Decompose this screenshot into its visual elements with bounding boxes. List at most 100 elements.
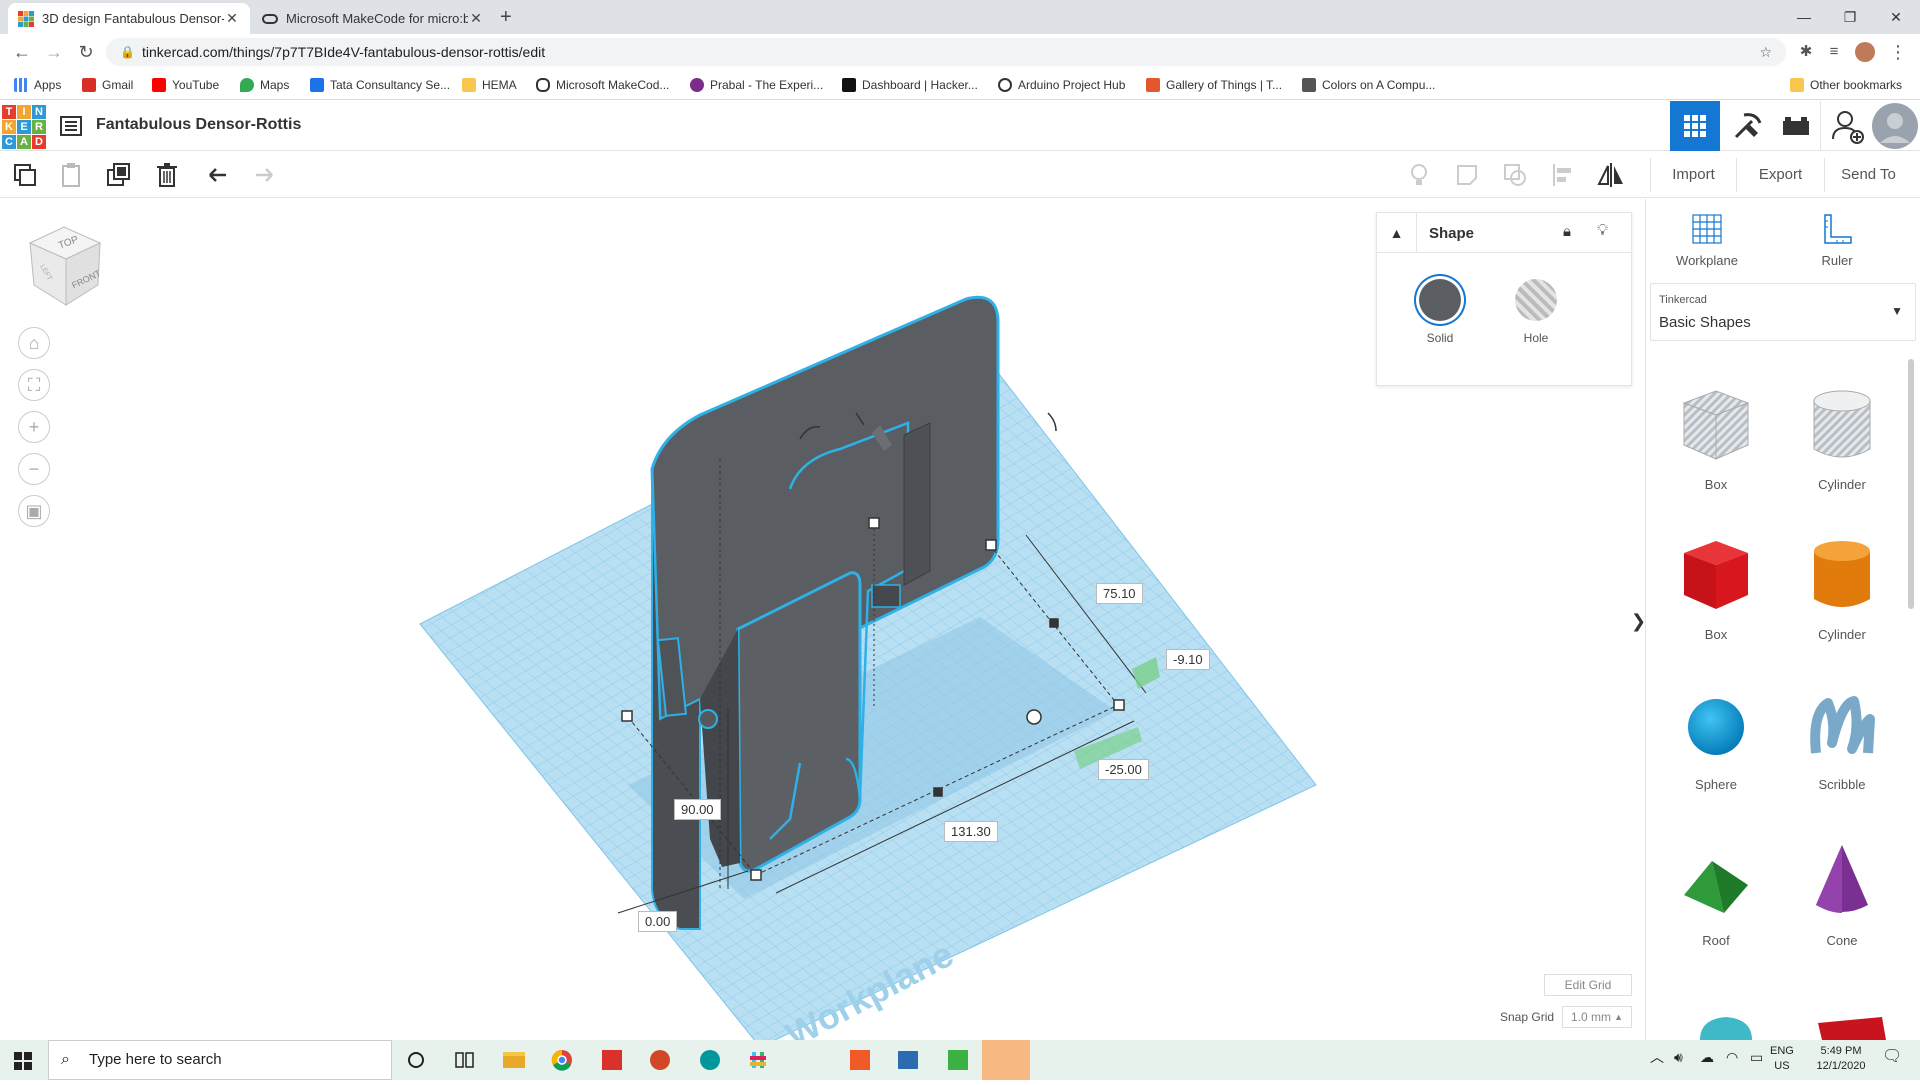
extensions-icon[interactable]: ✱ — [1794, 40, 1818, 64]
panel-collapse-toggle[interactable]: ❯ — [1631, 596, 1646, 646]
shape-cylinder[interactable]: Cylinder — [1792, 529, 1892, 642]
shape-box[interactable]: Box — [1666, 529, 1766, 642]
new-tab-icon[interactable]: + — [500, 6, 512, 29]
dimension-length[interactable]: 75.10 — [1096, 583, 1143, 604]
tinkercad-logo[interactable]: T I N K E R C A D — [2, 105, 46, 149]
panel-scrollbar[interactable] — [1908, 359, 1914, 609]
note-icon[interactable] — [1452, 160, 1482, 190]
scratch-icon[interactable] — [836, 1040, 884, 1080]
flipgrid-icon[interactable] — [588, 1040, 636, 1080]
windows-start-icon[interactable] — [14, 1052, 32, 1070]
active-app-icon[interactable] — [982, 1040, 1030, 1080]
view-cube[interactable]: TOP FRONT LEFT — [20, 219, 110, 309]
camtasia-icon[interactable] — [934, 1040, 982, 1080]
close-window-icon[interactable]: ✕ — [1876, 4, 1916, 30]
arduino-taskbar-icon[interactable] — [686, 1040, 734, 1080]
dimension-height[interactable]: 90.00 — [674, 799, 721, 820]
send-to-button[interactable]: Send To — [1824, 158, 1912, 192]
bookmark-apps[interactable]: Apps — [14, 76, 61, 94]
url-bar[interactable]: 🔒 tinkercad.com/things/7p7T7BIde4V-fanta… — [106, 38, 1786, 66]
file-explorer-icon[interactable] — [490, 1040, 538, 1080]
profile-avatar[interactable] — [1855, 42, 1875, 62]
menu-icon[interactable]: ⋮ — [1886, 40, 1910, 64]
battery-icon[interactable]: ▭ — [1750, 1050, 1763, 1065]
lock-icon[interactable]: 🔒︎ — [1563, 223, 1571, 240]
perspective-button[interactable]: ▣ — [18, 495, 50, 527]
chrome-icon[interactable] — [538, 1040, 586, 1080]
home-view-button[interactable]: ⌂ — [18, 327, 50, 359]
design-title[interactable]: Fantabulous Densor-Rottis — [96, 116, 301, 134]
light-bulb-icon[interactable] — [1404, 160, 1434, 190]
group-icon[interactable] — [1500, 160, 1530, 190]
zoom-in-button[interactable]: + — [18, 411, 50, 443]
bricks-button[interactable] — [1770, 101, 1820, 151]
volume-icon[interactable]: 🔊︎ — [1674, 1050, 1683, 1065]
forward-icon[interactable]: → — [42, 40, 66, 64]
bookmark-makecode[interactable]: Microsoft MakeCod... — [536, 76, 669, 94]
powerpoint-icon[interactable] — [636, 1040, 684, 1080]
dimension-offset-y[interactable]: -9.10 — [1166, 649, 1210, 670]
bookmark-tcs[interactable]: Tata Consultancy Se... — [310, 76, 450, 94]
reload-icon[interactable]: ↻ — [74, 40, 98, 64]
minimize-icon[interactable]: — — [1784, 4, 1824, 30]
dimension-elevation[interactable]: 0.00 — [638, 911, 678, 932]
paste-icon[interactable] — [56, 160, 86, 190]
close-tab-icon[interactable]: ✕ — [224, 10, 240, 27]
snap-grid-select[interactable]: 1.0 mm ▲ — [1562, 1006, 1632, 1028]
dimension-offset-x[interactable]: -25.00 — [1098, 759, 1149, 780]
mirror-icon[interactable] — [1596, 160, 1626, 190]
ruler-button[interactable]: Ruler — [1792, 211, 1882, 268]
clock[interactable]: 5:49 PM 12/1/2020 — [1806, 1044, 1876, 1074]
media-icon[interactable]: ≡ — [1822, 40, 1846, 64]
undo-icon[interactable] — [202, 160, 232, 190]
zoom-out-button[interactable]: − — [18, 453, 50, 485]
duplicate-icon[interactable] — [104, 160, 134, 190]
shape-cylinder-hole[interactable]: Cylinder — [1792, 379, 1892, 492]
back-icon[interactable]: ← — [10, 40, 34, 64]
shape-box-hole[interactable]: Box — [1666, 379, 1766, 492]
invite-user-button[interactable] — [1820, 101, 1870, 151]
design-list-icon[interactable] — [60, 116, 82, 136]
collapse-inspector-icon[interactable]: ▲ — [1377, 213, 1417, 253]
bookmark-arduino[interactable]: Arduino Project Hub — [998, 76, 1125, 94]
copy-icon[interactable] — [10, 160, 40, 190]
delete-icon[interactable] — [152, 160, 182, 190]
shape-library-select[interactable]: Tinkercad Basic Shapes ▼ — [1650, 283, 1916, 341]
shape-roof[interactable]: Roof — [1666, 835, 1766, 948]
lift-handle[interactable] — [1026, 709, 1042, 725]
browser-tab-tinkercad[interactable]: 3D design Fantabulous Densor-R ✕ — [8, 3, 250, 34]
restore-icon[interactable]: ❐ — [1830, 4, 1870, 30]
bookmark-maps[interactable]: Maps — [240, 76, 289, 94]
bookmark-hema[interactable]: HEMA — [462, 76, 517, 94]
language-indicator[interactable]: ENG US — [1770, 1044, 1794, 1074]
bookmark-hackerrank[interactable]: Dashboard | Hacker... — [842, 76, 978, 94]
bookmark-prabal[interactable]: Prabal - The Experi... — [690, 76, 823, 94]
app-icon[interactable] — [884, 1040, 932, 1080]
edit-grid-button[interactable]: Edit Grid — [1544, 974, 1632, 996]
shape-cone[interactable]: Cone — [1792, 835, 1892, 948]
shape-sphere[interactable]: Sphere — [1666, 683, 1766, 792]
browser-tab-makecode[interactable]: Microsoft MakeCode for micro:bi ✕ — [252, 3, 494, 34]
align-icon[interactable] — [1548, 160, 1578, 190]
onedrive-icon[interactable]: ☁︎ — [1700, 1050, 1714, 1065]
notifications-icon[interactable]: 🗨︎ — [1882, 1049, 1902, 1065]
cortana-icon[interactable] — [392, 1040, 440, 1080]
light-bulb-icon[interactable]: 💡︎ — [1597, 222, 1608, 240]
other-bookmarks[interactable]: Other bookmarks — [1790, 76, 1902, 94]
3d-view-button[interactable] — [1670, 101, 1720, 151]
export-button[interactable]: Export — [1736, 158, 1824, 192]
blocks-button[interactable] — [1722, 101, 1772, 151]
dimension-width[interactable]: 131.30 — [944, 821, 998, 842]
import-button[interactable]: Import — [1650, 158, 1736, 192]
slack-icon[interactable] — [734, 1040, 782, 1080]
bookmark-colors[interactable]: Colors on A Compu... — [1302, 76, 1435, 94]
hole-option[interactable]: Hole — [1501, 279, 1571, 345]
bookmark-gallery[interactable]: Gallery of Things | T... — [1146, 76, 1282, 94]
taskbar-search[interactable]: ⌕ Type here to search — [48, 1040, 392, 1080]
redo-icon[interactable] — [250, 160, 280, 190]
solid-option[interactable]: Solid — [1405, 279, 1475, 345]
bookmark-star-icon[interactable]: ☆ — [1759, 38, 1772, 66]
fit-view-button[interactable]: ⛶ — [18, 369, 50, 401]
task-view-icon[interactable] — [440, 1040, 488, 1080]
bookmark-youtube[interactable]: YouTube — [152, 76, 219, 94]
